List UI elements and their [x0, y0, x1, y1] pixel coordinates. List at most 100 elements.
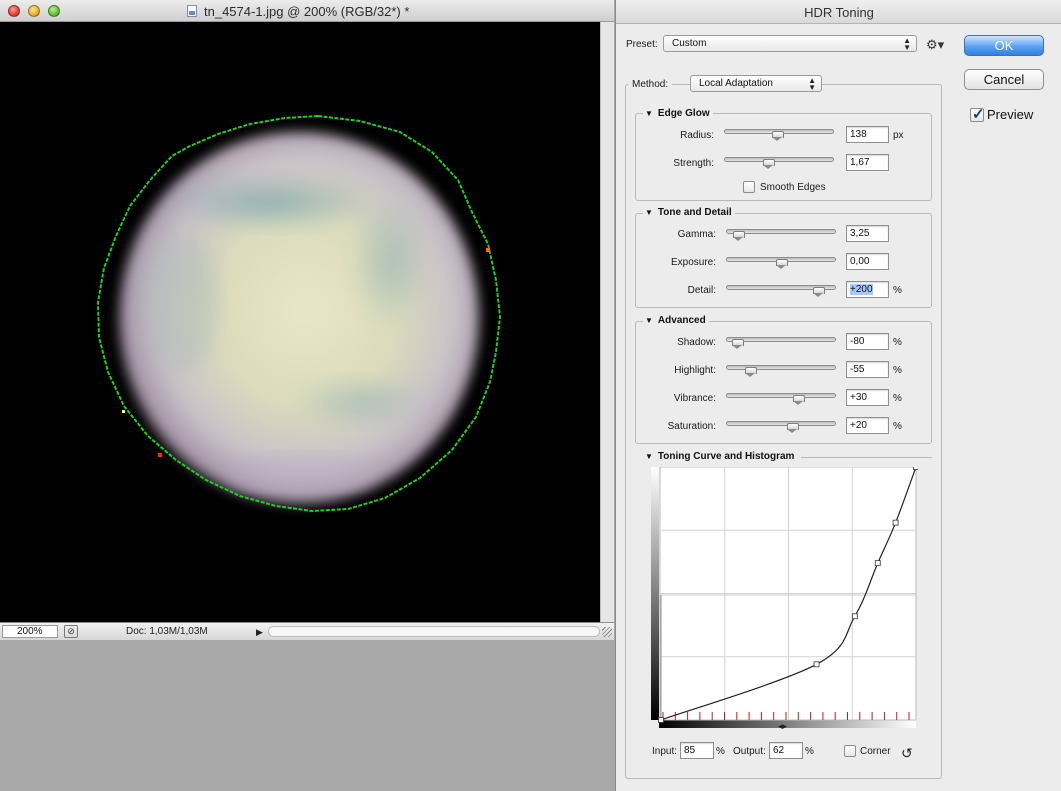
shadow-label: Shadow:: [677, 337, 716, 348]
document-title: tn_4574-1.jpg @ 200% (RGB/32*) *: [204, 4, 410, 19]
strength-label: Strength:: [673, 158, 714, 169]
curve-point[interactable]: [874, 560, 881, 567]
curve-point[interactable]: [851, 613, 858, 620]
cancel-button[interactable]: Cancel: [964, 69, 1044, 90]
advanced-header[interactable]: ▼ Advanced: [643, 315, 709, 326]
input-marker-icon: ◂▸: [778, 722, 788, 732]
shadow-unit: %: [893, 337, 902, 348]
output-unit: %: [805, 746, 814, 757]
preview-label: Preview: [987, 107, 1034, 122]
shadow-field[interactable]: -80: [846, 333, 889, 350]
document-window: tn_4574-1.jpg @ 200% (RGB/32*) * 200% ⊘ …: [0, 0, 614, 640]
radius-slider-thumb[interactable]: [771, 131, 784, 141]
disclosure-triangle-icon: ▼: [645, 452, 653, 461]
curve-point[interactable]: [913, 467, 919, 470]
highlight-slider-thumb[interactable]: [745, 367, 758, 377]
document-titlebar[interactable]: tn_4574-1.jpg @ 200% (RGB/32*) *: [0, 0, 614, 22]
image-canvas[interactable]: [0, 22, 600, 622]
output-label: Output:: [733, 746, 766, 757]
disclosure-triangle-icon: ▼: [645, 316, 653, 325]
preset-value: Custom: [672, 38, 707, 49]
input-field[interactable]: 85: [680, 742, 714, 759]
chevron-updown-icon: ▲ ▼: [808, 76, 816, 92]
vertical-scrollbar[interactable]: [600, 22, 614, 622]
detail-slider-thumb[interactable]: [813, 287, 826, 297]
curve-title: Toning Curve and Histogram: [657, 451, 795, 462]
corner-checkbox[interactable]: [844, 745, 856, 757]
corner-label: Corner: [860, 746, 891, 757]
smooth-edges-label: Smooth Edges: [760, 182, 826, 193]
curve-point[interactable]: [658, 717, 664, 723]
hdr-toning-dialog: HDR Toning Preset: Custom ▲ ▼ ⚙▾ OK Cance…: [615, 0, 1061, 791]
saturation-slider-track[interactable]: [726, 421, 836, 426]
planet-image: [96, 114, 502, 513]
input-gradient-bar: [659, 720, 916, 728]
saturation-unit: %: [893, 421, 902, 432]
highlight-unit: %: [893, 365, 902, 376]
method-value: Local Adaptation: [699, 78, 773, 89]
reset-curve-icon[interactable]: ↺: [901, 745, 913, 762]
tone-detail-title: Tone and Detail: [657, 207, 732, 218]
dialog-title: HDR Toning: [804, 5, 874, 20]
exposure-field[interactable]: 0,00: [846, 253, 889, 270]
vibrance-slider-thumb[interactable]: [792, 395, 805, 405]
highlight-field[interactable]: -55: [846, 361, 889, 378]
curve-point[interactable]: [892, 519, 899, 526]
edge-glow-title: Edge Glow: [657, 108, 710, 119]
preview-checkbox[interactable]: [970, 105, 985, 123]
shadow-slider-thumb[interactable]: [732, 339, 744, 349]
saturation-label: Saturation:: [667, 421, 716, 432]
radius-unit: px: [893, 130, 904, 141]
status-options-icon[interactable]: ⊘: [64, 625, 78, 638]
saturation-field[interactable]: +20: [846, 417, 889, 434]
radius-field[interactable]: 138: [846, 126, 889, 143]
dialog-titlebar[interactable]: HDR Toning: [616, 0, 1061, 24]
gear-icon[interactable]: ⚙▾: [926, 37, 944, 53]
vibrance-label: Vibrance:: [673, 393, 716, 404]
curve-header[interactable]: ▼ Toning Curve and Histogram: [643, 451, 798, 462]
detail-value: +200: [850, 284, 873, 295]
horizontal-scrollbar[interactable]: [268, 626, 600, 637]
chevron-updown-icon: ▲ ▼: [903, 36, 911, 52]
highlight-label: Highlight:: [674, 365, 716, 376]
detail-field[interactable]: +200: [846, 281, 889, 298]
vibrance-unit: %: [893, 393, 902, 404]
exposure-slider-thumb[interactable]: [776, 259, 788, 269]
toning-curve-graph[interactable]: ◂▸: [651, 467, 918, 737]
curve-point[interactable]: [813, 661, 820, 668]
document-statusbar: 200% ⊘ Doc: 1,03M/1,03M ▶: [0, 622, 614, 640]
highlight-slider-track[interactable]: [726, 365, 836, 370]
strength-slider-thumb[interactable]: [763, 159, 775, 169]
output-gradient-bar: [651, 467, 659, 720]
method-label: Method:: [628, 79, 673, 90]
tone-detail-header[interactable]: ▼ Tone and Detail: [643, 207, 735, 218]
status-menu-arrow-icon[interactable]: ▶: [256, 626, 266, 638]
resize-grip-icon[interactable]: [602, 627, 612, 637]
zoom-window-button[interactable]: [48, 5, 60, 17]
histogram-ticks: [662, 712, 910, 720]
disclosure-triangle-icon: ▼: [645, 109, 653, 118]
ok-button[interactable]: OK: [964, 35, 1044, 56]
strength-slider-track[interactable]: [724, 157, 834, 162]
exposure-label: Exposure:: [670, 257, 716, 268]
close-window-button[interactable]: [8, 5, 20, 17]
gamma-slider-thumb[interactable]: [733, 231, 746, 241]
vibrance-slider-track[interactable]: [726, 393, 836, 398]
minimize-window-button[interactable]: [28, 5, 40, 17]
output-field[interactable]: 62: [769, 742, 803, 759]
gamma-label: Gamma:: [677, 229, 716, 240]
method-select[interactable]: Local Adaptation ▲ ▼: [690, 75, 822, 92]
document-file-icon: [187, 5, 197, 17]
edge-glow-header[interactable]: ▼ Edge Glow: [643, 108, 713, 119]
smooth-edges-checkbox[interactable]: [743, 181, 755, 193]
document-size-info: Doc: 1,03M/1,03M: [126, 626, 208, 637]
gamma-field[interactable]: 3,25: [846, 225, 889, 242]
preset-select[interactable]: Custom ▲ ▼: [663, 35, 917, 52]
strength-field[interactable]: 1,67: [846, 154, 889, 171]
radius-label: Radius:: [680, 130, 714, 141]
zoom-level-field[interactable]: 200%: [2, 625, 58, 638]
saturation-slider-thumb[interactable]: [787, 423, 799, 433]
advanced-title: Advanced: [657, 315, 706, 326]
vibrance-field[interactable]: +30: [846, 389, 889, 406]
disclosure-triangle-icon: ▼: [645, 208, 653, 217]
